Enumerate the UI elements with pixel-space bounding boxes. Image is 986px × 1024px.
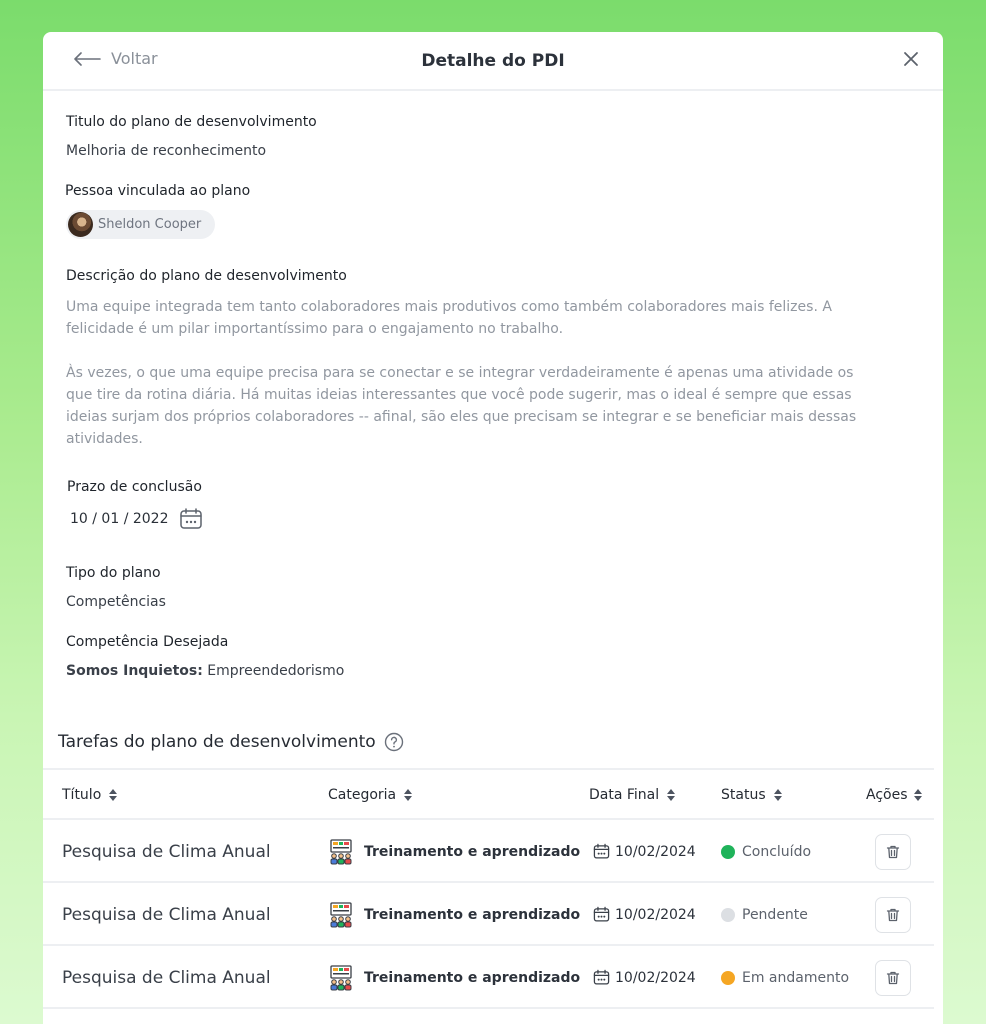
sort-icon[interactable]: [913, 789, 922, 801]
plan-title-value: Melhoria de reconhecimento: [66, 143, 267, 159]
status-dot: [721, 970, 735, 985]
description-line: Uma equipe integrada tem tanto colaborad…: [66, 299, 832, 315]
person-label: Pessoa vinculada ao plano: [65, 183, 251, 199]
task-status-label: Concluído: [742, 843, 812, 860]
table-row[interactable]: Pesquisa de Clima Anual Treinamento e ap…: [43, 946, 934, 1009]
tasks-table: Título Categoria Data Final Status Ações: [43, 768, 934, 1009]
task-category-label: Treinamento e aprendizado: [364, 843, 581, 860]
calendar-icon: [593, 843, 610, 859]
modal-header: Voltar Detalhe do PDI: [43, 32, 943, 91]
col-title-header[interactable]: Título: [62, 787, 118, 803]
sort-icon[interactable]: [773, 789, 782, 801]
training-icon: [330, 964, 352, 990]
task-due-date: 10/02/2024: [593, 883, 696, 946]
calendar-icon: [593, 906, 610, 922]
plan-title-label: Titulo do plano de desenvolvimento: [66, 114, 317, 130]
task-category: Treinamento e aprendizado: [328, 946, 580, 1009]
table-header: Título Categoria Data Final Status Ações: [43, 768, 934, 820]
training-icon: [330, 901, 352, 927]
task-category-label: Treinamento e aprendizado: [364, 969, 581, 986]
task-status: Em andamento: [721, 946, 849, 1009]
task-actions: [875, 883, 911, 946]
col-title-label: Título: [62, 787, 102, 803]
competency-value-row: Somos Inquietos: Empreendedorismo: [66, 663, 344, 679]
trash-icon: [886, 845, 900, 858]
col-actions-label: Ações: [866, 787, 908, 803]
col-status-label: Status: [721, 787, 766, 803]
deadline-value: 10 / 01 / 2022: [70, 511, 169, 527]
description-label: Descrição do plano de desenvolvimento: [66, 268, 347, 284]
tasks-title: Tarefas do plano de desenvolvimento: [58, 732, 376, 752]
back-label: Voltar: [111, 49, 158, 68]
task-due-date: 10/02/2024: [593, 946, 696, 1009]
deadline-field[interactable]: 10 / 01 / 2022: [70, 507, 203, 531]
col-category-header[interactable]: Categoria: [328, 787, 413, 803]
status-dot: [721, 907, 735, 922]
description-line: Às vezes, o que uma equipe precisa para …: [66, 365, 854, 381]
table-row[interactable]: Pesquisa de Clima Anual Treinamento e ap…: [43, 820, 934, 883]
task-actions: [875, 946, 911, 1009]
col-date-label: Data Final: [589, 787, 660, 803]
task-status-label: Em andamento: [742, 969, 850, 986]
task-category: Treinamento e aprendizado: [328, 820, 580, 883]
calendar-icon[interactable]: [179, 507, 203, 531]
competency-group: Somos Inquietos:: [66, 663, 203, 679]
pdi-detail-modal: Voltar Detalhe do PDI Titulo do plano de…: [43, 32, 943, 1024]
tasks-section-title: Tarefas do plano de desenvolvimento: [58, 732, 404, 752]
task-status: Concluído: [721, 820, 811, 883]
delete-button[interactable]: [875, 959, 911, 996]
status-dot: [721, 844, 735, 859]
plan-type-label: Tipo do plano: [66, 565, 161, 581]
delete-button[interactable]: [875, 833, 911, 870]
table-body: Pesquisa de Clima Anual Treinamento e ap…: [43, 820, 934, 1009]
close-icon: [904, 52, 918, 66]
trash-icon: [886, 908, 900, 921]
col-status-header[interactable]: Status: [721, 787, 782, 803]
person-name: Sheldon Cooper: [98, 217, 202, 232]
task-category-label: Treinamento e aprendizado: [364, 906, 581, 923]
delete-button[interactable]: [875, 896, 911, 933]
description-line: atividades.: [66, 431, 143, 447]
sort-icon[interactable]: [109, 789, 118, 801]
task-status: Pendente: [721, 883, 808, 946]
close-button[interactable]: [903, 51, 919, 71]
table-row[interactable]: Pesquisa de Clima Anual Treinamento e ap…: [43, 883, 934, 946]
trash-icon: [886, 971, 900, 984]
sort-icon[interactable]: [404, 789, 413, 801]
task-due-date-value: 10/02/2024: [615, 906, 696, 923]
task-due-date-value: 10/02/2024: [615, 969, 696, 986]
col-actions-header[interactable]: Ações: [866, 787, 922, 803]
description-line: ideias surjam dos próprios colaboradores…: [66, 409, 857, 425]
task-actions: [875, 820, 911, 883]
task-status-label: Pendente: [742, 906, 808, 923]
person-chip[interactable]: Sheldon Cooper: [66, 210, 215, 239]
avatar: [68, 212, 93, 237]
description-line: felicidade é um pilar importantíssimo pa…: [66, 321, 564, 337]
competency-value: Empreendedorismo: [207, 663, 345, 679]
description-line: que tire da rotina diária. Há muitas ide…: [66, 387, 852, 403]
help-icon[interactable]: [384, 732, 404, 752]
description-text: Uma equipe integrada tem tanto colaborad…: [66, 296, 926, 450]
training-icon: [330, 838, 352, 864]
col-category-label: Categoria: [328, 787, 397, 803]
task-category: Treinamento e aprendizado: [328, 883, 580, 946]
task-due-date: 10/02/2024: [593, 820, 696, 883]
calendar-icon: [593, 969, 610, 985]
deadline-label: Prazo de conclusão: [67, 479, 202, 495]
task-title: Pesquisa de Clima Anual: [62, 841, 271, 862]
arrow-left-icon: [74, 51, 101, 66]
plan-type-value: Competências: [66, 594, 166, 610]
back-button[interactable]: Voltar: [73, 49, 158, 68]
task-title: Pesquisa de Clima Anual: [62, 904, 271, 925]
task-title: Pesquisa de Clima Anual: [62, 967, 271, 988]
col-date-header[interactable]: Data Final: [589, 787, 676, 803]
page-title: Detalhe do PDI: [421, 50, 565, 71]
task-due-date-value: 10/02/2024: [615, 843, 696, 860]
sort-icon[interactable]: [667, 789, 676, 801]
competency-label: Competência Desejada: [66, 634, 229, 650]
